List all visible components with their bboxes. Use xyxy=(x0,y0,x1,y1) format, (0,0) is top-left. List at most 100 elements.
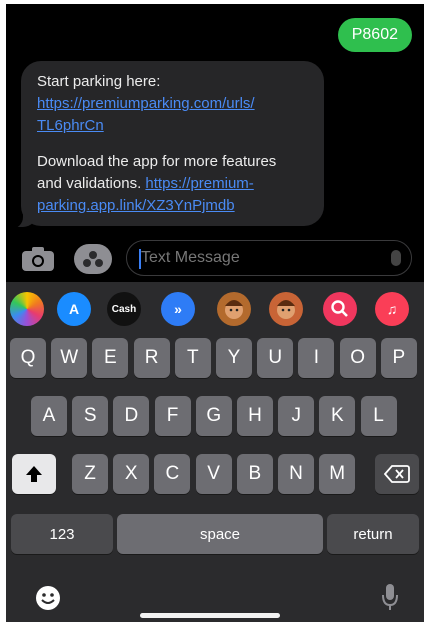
text-message-field[interactable] xyxy=(126,240,412,276)
keyboard: A Cash » ♫ Q W E R T Y U I O P A S D F G H J K L Z X C V B N M 123 s… xyxy=(6,282,424,622)
key-z[interactable]: Z xyxy=(72,454,108,494)
key-label: I xyxy=(313,347,320,368)
fast-forward-app-icon-label: » xyxy=(174,301,182,317)
memoji-icon-1[interactable] xyxy=(217,292,251,326)
message-line: Download the app for more features xyxy=(37,153,277,170)
memoji-face xyxy=(225,300,243,319)
shift-key[interactable] xyxy=(12,454,56,494)
search-images-icon[interactable] xyxy=(323,292,357,326)
key-label: H xyxy=(248,405,262,426)
key-a[interactable]: A xyxy=(31,396,67,436)
apple-cash-icon[interactable]: Cash xyxy=(107,292,141,326)
key-label: O xyxy=(350,347,365,368)
key-s[interactable]: S xyxy=(72,396,109,436)
photos-app-icon[interactable] xyxy=(10,292,44,326)
camera-icon[interactable] xyxy=(21,246,55,272)
key-n[interactable]: N xyxy=(278,454,314,494)
return-key[interactable]: return xyxy=(327,514,419,554)
music-icon-label: ♫ xyxy=(386,301,398,317)
fast-forward-app-icon[interactable]: » xyxy=(161,292,195,326)
emoji-icon[interactable] xyxy=(34,584,62,612)
key-label: J xyxy=(291,405,301,426)
music-icon[interactable]: ♫ xyxy=(375,292,409,326)
shift-arrow-icon xyxy=(26,466,42,482)
sent-message-bubble[interactable]: P8602 xyxy=(337,18,412,52)
key-w[interactable]: W xyxy=(51,338,88,378)
text-message-input[interactable] xyxy=(141,247,371,269)
key-label: W xyxy=(60,347,79,368)
magnifier-glyph xyxy=(331,300,348,317)
key-y[interactable]: Y xyxy=(216,338,252,378)
parking-link-part2[interactable]: TL6phrCn xyxy=(37,115,308,137)
key-j[interactable]: J xyxy=(278,396,315,436)
messages-screen: P8602 Start parking here: https://premiu… xyxy=(6,4,424,622)
key-label: F xyxy=(166,405,179,426)
key-o[interactable]: O xyxy=(339,338,376,378)
app-store-icon[interactable]: A xyxy=(57,292,91,326)
key-r[interactable]: R xyxy=(133,338,170,378)
key-x[interactable]: X xyxy=(113,454,150,494)
key-u[interactable]: U xyxy=(257,338,294,378)
message-line: Start parking here: xyxy=(37,73,161,90)
apple-cash-icon-label: Cash xyxy=(111,303,137,315)
key-i[interactable]: I xyxy=(298,338,335,378)
key-label: X xyxy=(124,463,138,484)
key-label: S xyxy=(83,405,97,426)
key-h[interactable]: H xyxy=(237,396,273,436)
key-label: T xyxy=(186,347,199,368)
key-b[interactable]: B xyxy=(236,454,273,494)
key-label: V xyxy=(207,463,220,484)
key-label: M xyxy=(329,463,346,484)
app-download-link-part2[interactable]: parking.app.link/XZ3YnPjmdb xyxy=(37,195,308,217)
key-label: Y xyxy=(227,347,241,368)
received-message-bubble: Start parking here: https://premiumparki… xyxy=(21,61,324,226)
numbers-key[interactable]: 123 xyxy=(11,514,113,554)
key-t[interactable]: T xyxy=(174,338,211,378)
key-g[interactable]: G xyxy=(195,396,232,436)
app-store-button[interactable] xyxy=(74,244,112,274)
key-l[interactable]: L xyxy=(360,396,397,436)
key-label: L xyxy=(373,405,384,426)
numbers-key-label: 123 xyxy=(49,525,75,543)
delete-key[interactable] xyxy=(375,454,419,494)
key-label: R xyxy=(144,347,159,368)
message-line: and validations. https://premium- xyxy=(37,173,308,195)
dictation-icon[interactable] xyxy=(391,250,401,266)
key-label: G xyxy=(206,405,222,426)
key-label: D xyxy=(124,405,139,426)
parking-link[interactable]: https://premiumparking.com/urls/ TL6phrC… xyxy=(37,93,308,137)
memoji-face xyxy=(277,300,295,319)
key-f[interactable]: F xyxy=(154,396,191,436)
app-store-icon xyxy=(83,251,103,267)
key-label: B xyxy=(248,463,262,484)
key-m[interactable]: M xyxy=(319,454,356,494)
key-label: N xyxy=(289,463,303,484)
app-store-icon-label: A xyxy=(68,301,80,317)
space-key[interactable]: space xyxy=(117,514,323,554)
home-indicator[interactable] xyxy=(140,613,280,618)
key-label: P xyxy=(392,347,406,368)
backspace-icon xyxy=(384,465,410,483)
key-label: Z xyxy=(84,463,96,484)
key-label: U xyxy=(268,347,283,368)
parking-link-part1[interactable]: https://premiumparking.com/urls/ xyxy=(37,93,308,115)
key-e[interactable]: E xyxy=(92,338,129,378)
key-label: K xyxy=(331,405,344,426)
return-key-label: return xyxy=(353,525,393,543)
key-p[interactable]: P xyxy=(380,338,417,378)
space-key-label: space xyxy=(199,525,241,543)
key-d[interactable]: D xyxy=(113,396,150,436)
message-text: and validations. xyxy=(37,175,142,192)
key-c[interactable]: C xyxy=(154,454,191,494)
key-label: E xyxy=(104,347,117,368)
key-label: Q xyxy=(20,347,36,368)
app-download-link-part1[interactable]: https://premium- xyxy=(145,175,253,192)
key-q[interactable]: Q xyxy=(10,338,46,378)
microphone-icon[interactable] xyxy=(380,582,400,612)
key-k[interactable]: K xyxy=(319,396,356,436)
key-v[interactable]: V xyxy=(195,454,232,494)
memoji-icon-2[interactable] xyxy=(269,292,303,326)
key-label: A xyxy=(42,405,56,426)
key-label: C xyxy=(165,463,180,484)
